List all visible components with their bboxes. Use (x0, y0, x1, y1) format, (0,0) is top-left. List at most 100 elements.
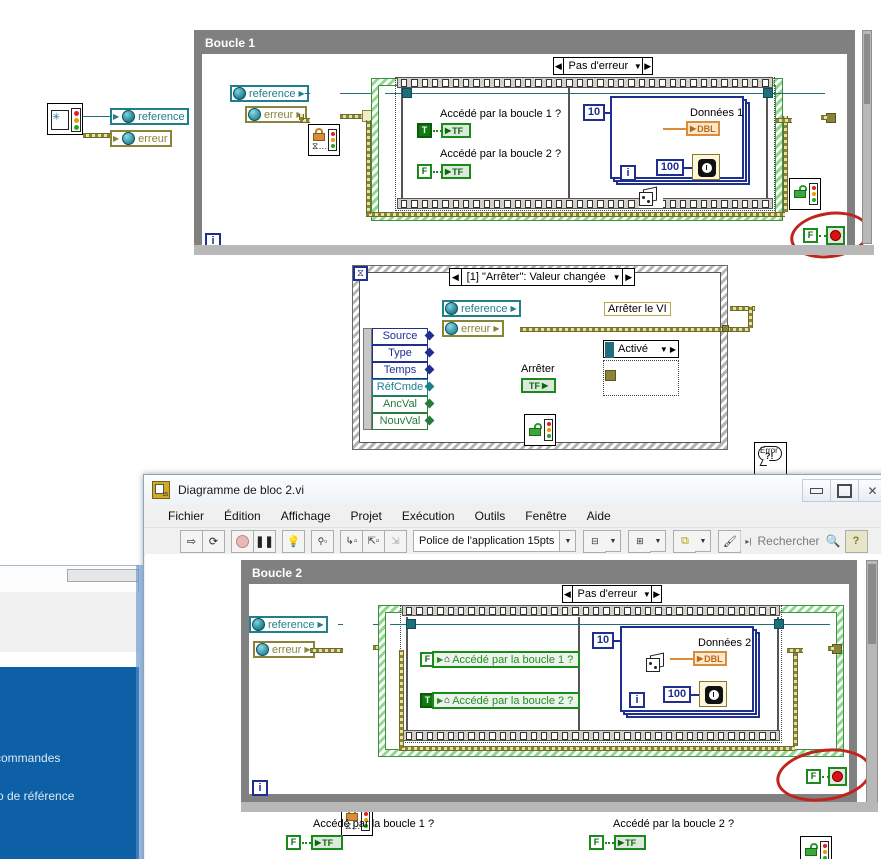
menu-fenetre[interactable]: Fenêtre (515, 509, 576, 523)
event-case-selector[interactable]: ◀ [1] "Arrêter": Valeur changée ▼ ▶ (449, 268, 635, 286)
chevron-left-icon[interactable]: ◀ (554, 58, 564, 74)
boucle-2-forloop-i-terminal[interactable]: i (629, 692, 645, 708)
chevron-down-icon[interactable]: ▼ (633, 62, 642, 71)
boucle-1-dbl-indicator[interactable]: ▶ DBL (686, 121, 720, 136)
chevron-right-icon[interactable]: ▶ (642, 58, 652, 74)
boucle-1-tunnel-seq-in[interactable] (402, 88, 412, 98)
background-window-field[interactable] (67, 569, 139, 582)
align-objects-icon[interactable]: ⊟ (583, 529, 607, 553)
retain-wire-values-icon[interactable]: ⚲▫ (311, 529, 334, 553)
chevron-left-icon[interactable]: ◀ (450, 269, 462, 285)
chevron-down-icon[interactable]: ▼ (605, 530, 622, 552)
event-data-item[interactable]: AncVal (372, 396, 428, 413)
highlight-execution-icon[interactable]: 💡 (282, 529, 305, 553)
boucle-1-scroll-thumb[interactable] (864, 34, 870, 104)
event-reference-control[interactable]: reference ▶ (442, 300, 521, 317)
event-enum-terminal[interactable] (605, 370, 616, 381)
boucle-2-wait-const[interactable]: 100 (663, 686, 691, 703)
menu-aide[interactable]: Aide (577, 509, 621, 523)
open-vi-reference-icon[interactable]: ✳ (47, 103, 83, 135)
boucle-2-case-selector[interactable]: ◀ Pas d'erreur ▼ ▶ (562, 585, 662, 603)
event-error-tunnel-out[interactable] (722, 325, 729, 332)
reference-indicator-top[interactable]: ▶ reference (110, 108, 189, 125)
minimize-icon[interactable] (802, 479, 831, 502)
event-enum-dropdown[interactable]: Activé ▼ ▶ (603, 340, 679, 358)
cleanup-diagram-icon[interactable]: 🖌 (718, 529, 742, 553)
menu-outils[interactable]: Outils (465, 509, 516, 523)
menu-fichier[interactable]: Fichier (158, 509, 214, 523)
menu-affichage[interactable]: Affichage (271, 509, 341, 523)
erreur-indicator-top[interactable]: ▶ erreur (110, 130, 172, 147)
chevron-down-icon[interactable]: ▼ (611, 273, 623, 282)
step-into-icon[interactable]: ↳▫ (340, 529, 363, 553)
search-box[interactable]: ▸| Rechercher 🔍 (740, 531, 844, 551)
chevron-down-icon[interactable]: ▼ (660, 345, 670, 354)
boucle-2-erreur-control[interactable]: erreur ▶ (253, 641, 315, 658)
boucle-1-tf-terminal-1[interactable]: ▶ TF (441, 123, 471, 138)
bottom-indicator-terminal-2[interactable]: ▶ TF (614, 835, 646, 850)
boucle-2-property-node-2[interactable]: ▶ ⌂ Accédé par la boucle 2 ? (432, 692, 580, 709)
chevron-left-icon[interactable]: ◀ (563, 586, 573, 602)
maximize-icon[interactable] (830, 479, 859, 502)
boucle-2-scroll-thumb[interactable] (868, 564, 876, 644)
magnifier-icon[interactable]: 🔍 (826, 534, 841, 548)
step-over-icon[interactable]: ⇱▫ (362, 529, 385, 553)
boucle-1-erreur-control[interactable]: erreur ▶ (245, 106, 307, 123)
close-icon[interactable]: ✕ (858, 479, 881, 502)
bottom-indicator-terminal-1[interactable]: ▶ TF (311, 835, 343, 850)
boucle-1-forloop-i-terminal[interactable]: i (620, 165, 636, 181)
event-erreur-control[interactable]: erreur ▶ (442, 320, 504, 337)
boucle-1-wait-const[interactable]: 100 (656, 159, 684, 176)
abort-icon[interactable] (231, 529, 254, 553)
boucle-2-random-number-node[interactable] (646, 652, 670, 674)
bottom-indicator-bool-2[interactable]: F (589, 835, 604, 850)
boucle-2-tunnel-seq-in[interactable] (406, 619, 416, 629)
tool-bar[interactable]: ⇨ ⟳ ❚❚ 💡 ⚲▫ ↳▫ ⇱▫ ⇲ Police de l'applicat… (144, 528, 881, 555)
event-data-item[interactable]: RéfCmde (372, 379, 428, 396)
bottom-indicator-bool-1[interactable]: F (286, 835, 301, 850)
chevron-down-icon[interactable]: ▼ (642, 590, 651, 599)
menu-execution[interactable]: Exécution (392, 509, 465, 523)
chevron-right-icon[interactable]: ▶ (622, 269, 634, 285)
event-error-dialog-node[interactable]: Error ?! (754, 442, 787, 475)
boucle-1-error-tunnel-out[interactable] (826, 113, 836, 123)
event-arreter-terminal[interactable]: TF ▶ (521, 378, 556, 393)
menu-projet[interactable]: Projet (341, 509, 392, 523)
event-data-item[interactable]: NouvVal (372, 413, 428, 430)
boucle-1-tf-terminal-2[interactable]: ▶ TF (441, 164, 471, 179)
boucle-2-count-const[interactable]: 10 (592, 632, 614, 649)
window-controls[interactable]: ✕ (802, 479, 881, 502)
reorder-icon[interactable]: ⧉ (673, 529, 697, 553)
boucle-1-acquire-semaphore-node[interactable]: ⧖… (308, 124, 340, 156)
boucle-2-wait-node[interactable] (699, 681, 727, 707)
boucle-2-tunnel-seq-out[interactable] (774, 619, 784, 629)
boucle-1-release-semaphore-node[interactable] (789, 178, 821, 210)
chevron-right-icon[interactable]: ▶ (670, 345, 678, 354)
event-acquire-semaphore-node[interactable] (524, 414, 556, 446)
boucle-1-reference-control[interactable]: reference ▶ (230, 85, 309, 102)
event-data-item[interactable]: Type (372, 345, 428, 362)
boucle-1-tunnel-seq-out[interactable] (763, 88, 773, 98)
help-icon[interactable]: ? (844, 529, 868, 553)
distribute-objects-icon[interactable]: ⊞ (628, 529, 652, 553)
boucle-1-wait-node[interactable] (692, 154, 720, 180)
boucle-1-random-number-node[interactable] (639, 186, 663, 208)
boucle-2-iteration-terminal[interactable]: i (252, 780, 268, 796)
boucle-2-property-node-1[interactable]: ▶ ⌂ Accédé par la boucle 1 ? (432, 651, 580, 668)
pause-icon[interactable]: ❚❚ (253, 529, 276, 553)
boucle-1-count-const[interactable]: 10 (583, 104, 605, 121)
boucle-2-reference-control[interactable]: reference ▶ (249, 616, 328, 633)
run-icon[interactable]: ⇨ (180, 529, 203, 553)
event-data-item[interactable]: Source (372, 328, 428, 345)
step-out-icon[interactable]: ⇲ (384, 529, 407, 553)
menu-edition[interactable]: Édition (214, 509, 271, 523)
chevron-down-icon[interactable]: ▼ (560, 530, 577, 552)
boucle-1-bool-true-const[interactable]: T (417, 123, 432, 138)
event-data-item[interactable]: Temps (372, 362, 428, 379)
chevron-down-icon[interactable]: ▼ (695, 530, 712, 552)
menu-bar[interactable]: Fichier Édition Affichage Projet Exécuti… (144, 505, 881, 528)
window-title-bar[interactable]: 15 Diagramme de bloc 2.vi ✕ (144, 475, 881, 505)
boucle-1-case-selector[interactable]: ◀ Pas d'erreur ▼ ▶ (553, 57, 653, 75)
chevron-right-icon[interactable]: ▶ (651, 586, 661, 602)
boucle-2-release-semaphore-node[interactable] (800, 836, 832, 859)
